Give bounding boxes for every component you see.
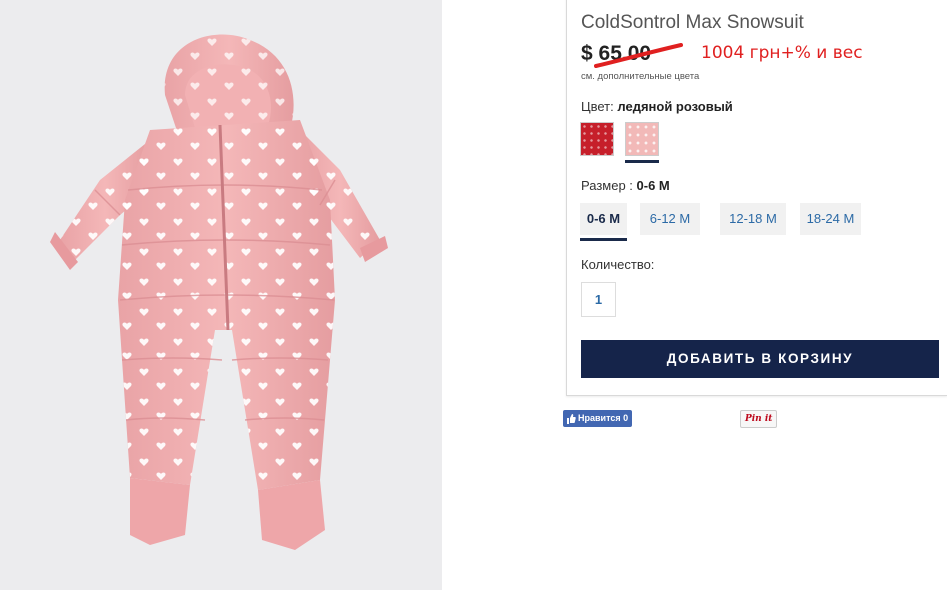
add-to-cart-button[interactable]: ДОБАВИТЬ В КОРЗИНУ xyxy=(581,340,939,378)
size-label-text: Размер : xyxy=(581,178,633,193)
selected-swatch-indicator xyxy=(625,160,659,163)
facebook-like-button[interactable]: Нравится 0 xyxy=(563,410,633,427)
color-swatch-red[interactable] xyxy=(580,122,614,156)
product-title: ColdSontrol Max Snowsuit xyxy=(581,12,804,33)
selected-color-name: ледяной розовый xyxy=(617,99,733,114)
product-details-card: ColdSontrol Max Snowsuit $ 65.00 1004 гр… xyxy=(566,0,947,396)
selected-size: 0-6 M xyxy=(636,178,670,193)
handwritten-price-note: 1004 грн+% и вес xyxy=(701,43,863,63)
color-label-text: Цвет: xyxy=(581,99,614,114)
size-option-0-6[interactable]: 0-6 M xyxy=(580,203,627,235)
size-option-6-12[interactable]: 6-12 M xyxy=(640,203,700,235)
size-option-12-18[interactable]: 12-18 M xyxy=(720,203,786,235)
quantity-label: Количество: xyxy=(581,257,655,272)
product-photo xyxy=(0,0,442,590)
color-label: Цвет: ледяной розовый xyxy=(581,99,733,114)
quantity-input[interactable]: 1 xyxy=(581,282,616,317)
thumbs-up-icon xyxy=(567,413,576,424)
product-price: $ 65.00 xyxy=(581,42,652,65)
size-label: Размер : 0-6 M xyxy=(581,178,670,193)
selected-size-indicator xyxy=(580,238,627,241)
size-option-18-24[interactable]: 18-24 M xyxy=(800,203,861,235)
facebook-like-label: Нравится 0 xyxy=(578,413,629,423)
color-swatch-icy-pink[interactable] xyxy=(625,122,659,156)
price-row: $ 65.00 1004 грн+% и вес xyxy=(581,42,863,72)
pinterest-pin-button[interactable]: Pin it xyxy=(740,410,778,428)
more-colors-link[interactable]: см. дополнительные цвета xyxy=(581,71,699,82)
